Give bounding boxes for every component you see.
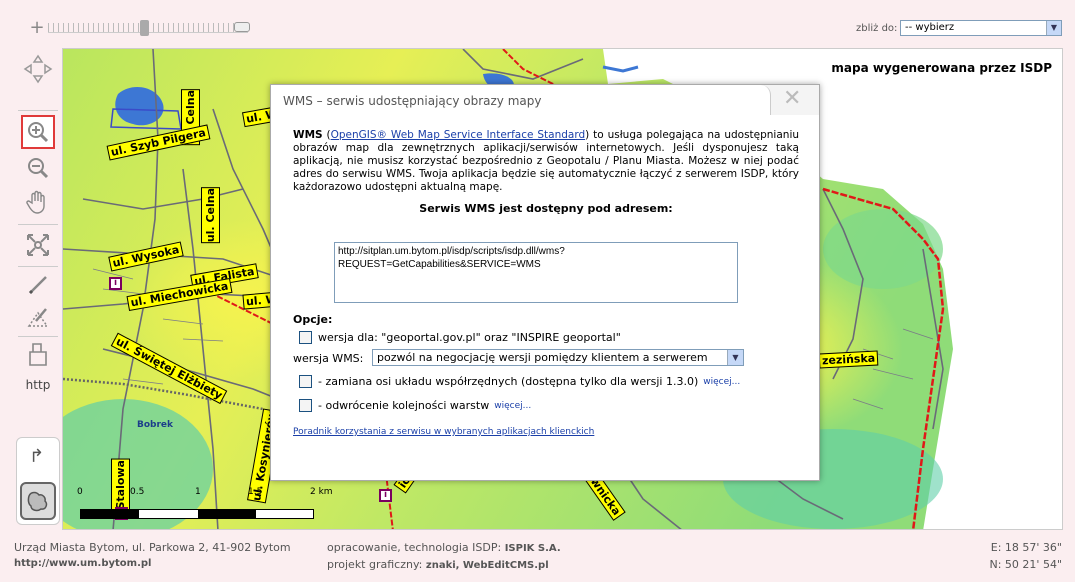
chevron-down-icon[interactable]: ▼ — [1046, 21, 1061, 35]
option-label: - odwrócenie kolejności warstw — [318, 399, 490, 412]
option-version-for: wersja dla: "geoportal.gov.pl" oraz "INS… — [299, 331, 621, 344]
toolbar-divider — [18, 224, 58, 225]
wms-version-value: pozwól na negocjację wersji pomiędzy kli… — [377, 351, 708, 364]
option-label: wersja dla: "geoportal.gov.pl" oraz "INS… — [318, 331, 621, 344]
credits-label: opracowanie, technologia ISDP: — [327, 541, 502, 554]
chevron-down-icon[interactable]: ▼ — [727, 350, 743, 365]
credits-design-link[interactable]: znaki, WebEditCMS.pl — [426, 560, 549, 571]
left-toolbar: http — [16, 48, 60, 426]
site-link[interactable]: http://www.um.bytom.pl — [14, 558, 152, 569]
available-heading: Serwis WMS jest dostępny pod adresem: — [419, 202, 673, 215]
wms-version-label: wersja WMS: — [293, 352, 364, 365]
zoom-to-select[interactable]: -- wybierz ▼ — [900, 20, 1062, 36]
credits-company-link[interactable]: ISPIK S.A. — [505, 543, 561, 554]
wms-url-field[interactable]: http://sitplan.um.bytom.pl/isdp/scripts/… — [334, 242, 738, 303]
measure-area-icon[interactable] — [21, 300, 55, 334]
map-caption: mapa wygenerowana przez ISDP — [831, 61, 1052, 75]
wms-version-select[interactable]: pozwól na negocjację wersji pomiędzy kli… — [372, 349, 744, 366]
dialog-header: WMS – serwis udostępniający obrazy mapy … — [271, 85, 819, 115]
overview-map-icon[interactable] — [20, 482, 56, 520]
opengis-link[interactable]: OpenGIS® Web Map Service Interface Stand… — [331, 129, 586, 141]
version-for-checkbox[interactable] — [299, 331, 312, 344]
option-label: - zamiana osi układu współrzędnych (dost… — [318, 375, 699, 388]
credits-design: projekt graficzny: znaki, WebEditCMS.pl — [327, 558, 549, 571]
options-heading: Opcje: — [293, 313, 333, 326]
credits-label: projekt graficzny: — [327, 558, 423, 571]
scale-tick-label: 1.5 — [248, 487, 263, 497]
toolbar-divider — [18, 110, 58, 111]
more-link[interactable]: więcej... — [494, 401, 531, 411]
dialog-title-tab: WMS – serwis udostępniający obrazy mapy — [271, 85, 771, 115]
information-point-icon[interactable]: i — [109, 277, 122, 290]
wms-dialog: WMS – serwis udostępniający obrazy mapy … — [270, 84, 820, 481]
expand-arrow-icon[interactable]: ↱ — [29, 446, 44, 467]
hand-icon[interactable] — [21, 185, 55, 219]
street-label: ul. Celna — [201, 187, 220, 244]
close-icon[interactable]: ✕ — [783, 88, 801, 110]
scale-tick-label: 0.5 — [130, 487, 145, 497]
top-bar: + zbliż do: -- wybierz ▼ — [0, 0, 1075, 48]
zoom-slider-handle[interactable] — [139, 20, 149, 36]
street-label: Stalowa — [111, 459, 130, 511]
scale-tick-label: 0 — [77, 487, 83, 497]
full-extent-icon[interactable] — [21, 228, 55, 262]
panel-box: ↱ — [16, 437, 60, 525]
information-point-icon[interactable]: i — [379, 489, 392, 502]
intro-text: WMS (OpenGIS® Web Map Service Interface … — [293, 129, 800, 193]
option-reverse-layers: - odwrócenie kolejności warstw więcej... — [299, 399, 531, 412]
scale-tick-label: 1 — [195, 487, 201, 497]
zoom-out-icon[interactable] — [21, 151, 55, 185]
print-icon[interactable] — [21, 338, 55, 372]
zoom-in-plus-icon[interactable]: + — [29, 19, 45, 37]
coordinate-north: N: 50 21' 54" — [989, 558, 1063, 571]
office-address: Urząd Miasta Bytom, ul. Parkowa 2, 41-90… — [14, 541, 291, 554]
measure-line-icon[interactable] — [21, 268, 55, 302]
place-label-bobrek: Bobrek — [137, 420, 174, 430]
option-swap-axes: - zamiana osi układu współrzędnych (dost… — [299, 375, 740, 388]
scale-bar — [80, 509, 314, 519]
zoom-out-minus-icon[interactable] — [234, 22, 250, 32]
reverse-layers-checkbox[interactable] — [299, 399, 312, 412]
dialog-title: WMS – serwis udostępniający obrazy mapy — [283, 94, 542, 108]
intro-bold: WMS — [293, 129, 323, 141]
scale-tick-label: 2 km — [310, 487, 333, 497]
http-button[interactable]: http — [16, 378, 60, 392]
client-guide-link[interactable]: Poradnik korzystania z serwisu w wybrany… — [293, 427, 594, 437]
credits-technology: opracowanie, technologia ISDP: ISPIK S.A… — [327, 541, 561, 554]
zoom-in-icon[interactable] — [21, 115, 55, 149]
zoom-to-label: zbliż do: — [856, 23, 898, 34]
zoom-to-value: -- wybierz — [905, 22, 955, 33]
toolbar-divider — [18, 336, 58, 337]
pan-arrows-icon[interactable] — [21, 52, 55, 86]
toolbar-divider — [18, 266, 58, 267]
dialog-body: WMS (OpenGIS® Web Map Service Interface … — [293, 129, 800, 437]
street-label: zezińska — [818, 350, 879, 369]
footer: Urząd Miasta Bytom, ul. Parkowa 2, 41-90… — [0, 536, 1075, 582]
coordinate-east: E: 18 57' 36" — [990, 541, 1062, 554]
swap-axes-checkbox[interactable] — [299, 375, 312, 388]
more-link[interactable]: więcej... — [703, 377, 740, 387]
